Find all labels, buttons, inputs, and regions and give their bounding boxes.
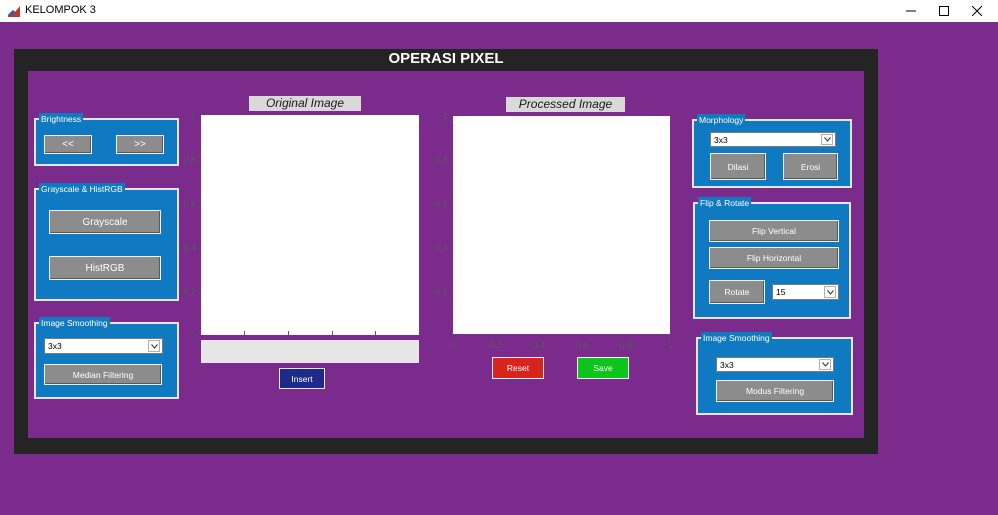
median-filtering-button[interactable]: Median Filtering <box>44 364 162 385</box>
flip-rotate-label: Flip & Rotate <box>698 197 752 209</box>
window-title: KELOMPOK 3 <box>25 4 96 16</box>
original-y-tick: 1 <box>190 111 196 121</box>
histrgb-button[interactable]: HistRGB <box>49 256 161 280</box>
morphology-kernel-value: 3x3 <box>714 134 728 145</box>
minimize-button[interactable] <box>894 0 928 22</box>
close-button[interactable] <box>960 0 994 22</box>
save-button[interactable]: Save <box>577 357 629 379</box>
morphology-kernel-select[interactable]: 3x3 <box>710 132 836 147</box>
chevron-down-icon <box>148 340 160 352</box>
processed-y-tick: 0.8 <box>435 155 448 165</box>
smoothing-right-group: Image Smoothing 3x3 Modus Filtering <box>696 332 853 415</box>
smoothing-left-group: Image Smoothing 3x3 Median Filtering <box>34 317 179 399</box>
maximize-icon <box>939 6 949 16</box>
title-bar: KELOMPOK 3 <box>0 0 998 22</box>
morphology-group: Morphology 3x3 Dilasi Erosi <box>692 114 852 188</box>
flip-vertical-button[interactable]: Flip Vertical <box>709 220 839 242</box>
minimize-icon <box>906 10 916 12</box>
grayscale-group: Grayscale & HistRGB Grayscale HistRGB <box>34 183 179 301</box>
original-y-tick: 0.4 <box>183 243 196 253</box>
image-path-field[interactable] <box>201 340 419 363</box>
reset-button[interactable]: Reset <box>492 357 544 379</box>
original-x-tickmark <box>332 331 333 335</box>
smoothing-right-kernel-select[interactable]: 3x3 <box>716 357 834 372</box>
brightness-group: Brightness << >> <box>34 113 179 166</box>
processed-x-tick: 0.8 <box>619 340 633 350</box>
smoothing-left-label: Image Smoothing <box>39 317 110 329</box>
erosi-button[interactable]: Erosi <box>783 153 838 180</box>
grayscale-label: Grayscale & HistRGB <box>39 183 125 195</box>
chevron-down-icon <box>824 286 836 298</box>
processed-x-tick: 0.4 <box>532 340 546 350</box>
original-x-tickmark <box>244 331 245 335</box>
maximize-button[interactable] <box>927 0 961 22</box>
morphology-label: Morphology <box>697 114 746 126</box>
smoothing-right-kernel-value: 3x3 <box>720 359 734 370</box>
modus-filtering-button[interactable]: Modus Filtering <box>716 380 834 402</box>
processed-y-tick: 0.2 <box>435 287 448 297</box>
chevron-down-icon <box>821 134 833 145</box>
rotate-angle-value: 15 <box>776 287 786 297</box>
original-y-tick: 0.8 <box>183 155 196 165</box>
processed-image-axes <box>453 116 670 334</box>
processed-y-tick: 0.6 <box>435 199 448 209</box>
original-y-tick: 0 <box>190 330 196 340</box>
smoothing-left-kernel-value: 3x3 <box>48 341 62 351</box>
brightness-label: Brightness <box>39 113 84 125</box>
chevron-down-icon <box>819 359 831 370</box>
processed-image-title: Processed Image <box>506 97 625 112</box>
original-y-tick: 0.2 <box>183 287 196 297</box>
processed-x-tick: 0 <box>450 340 456 350</box>
original-image-axes <box>201 115 419 335</box>
original-x-tickmark <box>375 331 376 335</box>
brightness-decrease-button[interactable]: << <box>44 135 92 154</box>
matlab-app-icon <box>7 4 21 18</box>
processed-y-tick: 0.4 <box>435 243 448 253</box>
rotate-button[interactable]: Rotate <box>709 280 765 304</box>
smoothing-left-kernel-select[interactable]: 3x3 <box>44 338 163 354</box>
flip-horizontal-button[interactable]: Flip Horizontal <box>709 247 839 269</box>
page-title: OPERASI PIXEL <box>388 50 504 67</box>
processed-x-tick: 0.6 <box>575 340 589 350</box>
dilasi-button[interactable]: Dilasi <box>710 153 766 180</box>
grayscale-button[interactable]: Grayscale <box>49 210 161 234</box>
rotate-angle-select[interactable]: 15 <box>772 284 839 300</box>
processed-x-tick: 0.2 <box>489 340 503 350</box>
processed-x-tick: 1 <box>667 340 673 350</box>
insert-button[interactable]: Insert <box>279 368 325 389</box>
original-x-tickmark <box>288 331 289 335</box>
brightness-increase-button[interactable]: >> <box>116 135 164 154</box>
original-image-title: Original Image <box>249 96 361 111</box>
original-y-tick: 0.6 <box>183 199 196 209</box>
smoothing-right-label: Image Smoothing <box>701 332 772 344</box>
close-icon <box>972 6 982 16</box>
flip-rotate-group: Flip & Rotate Flip Vertical Flip Horizon… <box>693 197 851 319</box>
processed-y-tick: 1 <box>442 111 448 121</box>
